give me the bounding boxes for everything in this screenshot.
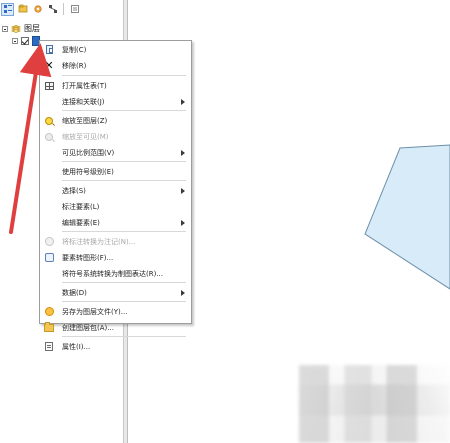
save-layer-icon bbox=[44, 307, 54, 316]
zoom-visible-icon bbox=[45, 132, 53, 141]
list-by-drawing-order-button[interactable] bbox=[1, 2, 14, 16]
menu-item-remove[interactable]: ✕ 移除(R) bbox=[40, 58, 191, 73]
menu-item-convert-features-to-graphics[interactable]: 要素转图形(F)... bbox=[40, 250, 191, 265]
menu-item-label: 将标注转换为注记(N)... bbox=[62, 237, 136, 246]
menu-item-label-features[interactable]: 标注要素(L) bbox=[40, 199, 191, 214]
menu-item-convert-symbology-to-representation[interactable]: 将符号系统转换为制图表达(R)... bbox=[40, 266, 191, 281]
options-button[interactable] bbox=[68, 3, 81, 16]
menu-separator bbox=[62, 161, 186, 162]
copy-icon bbox=[45, 45, 53, 54]
menu-item-label: 连接和关联(J) bbox=[62, 97, 105, 106]
menu-item-visible-scale-range[interactable]: 可见比例范围(V) bbox=[40, 145, 191, 160]
list-by-drawing-order-icon bbox=[3, 5, 12, 13]
convert-icon bbox=[44, 253, 54, 262]
options-icon bbox=[70, 5, 79, 13]
layers-group-label: 图层 bbox=[24, 24, 40, 33]
menu-item-convert-labels-to-annotation: 将标注转换为注记(N)... bbox=[40, 234, 191, 249]
submenu-arrow-icon bbox=[181, 219, 185, 226]
convert-disabled-icon bbox=[44, 237, 54, 246]
menu-item-label: 选择(S) bbox=[62, 186, 86, 195]
menu-item-zoom-to-visible: 缩放至可见(M) bbox=[40, 129, 191, 144]
zoom-layer-icon bbox=[45, 116, 53, 125]
menu-item-selection[interactable]: 选择(S) bbox=[40, 183, 191, 198]
submenu-arrow-icon bbox=[181, 187, 185, 194]
layer-visibility-checkbox[interactable] bbox=[21, 37, 29, 45]
menu-item-label: 属性(I)... bbox=[62, 342, 91, 351]
submenu-arrow-icon bbox=[181, 289, 185, 296]
menu-item-copy[interactable]: 复制(C) bbox=[40, 42, 191, 57]
list-by-selection-icon bbox=[48, 5, 57, 13]
menu-item-label: 移除(R) bbox=[62, 61, 87, 70]
menu-item-data[interactable]: 数据(D) bbox=[40, 285, 191, 300]
menu-separator bbox=[62, 180, 186, 181]
collapse-icon[interactable] bbox=[12, 38, 18, 44]
menu-item-use-symbol-levels[interactable]: 使用符号级别(E) bbox=[40, 164, 191, 179]
menu-separator bbox=[62, 75, 186, 76]
package-icon bbox=[44, 321, 54, 332]
menu-separator bbox=[62, 231, 186, 232]
menu-item-label: 缩放至图层(Z) bbox=[62, 116, 108, 125]
menu-item-label: 创建图层包(A)... bbox=[62, 323, 114, 332]
properties-icon bbox=[45, 342, 53, 351]
menu-item-properties[interactable]: 属性(I)... bbox=[40, 339, 191, 354]
menu-item-label: 将符号系统转换为制图表达(R)... bbox=[62, 269, 164, 278]
menu-item-zoom-to-layer[interactable]: 缩放至图层(Z) bbox=[40, 113, 191, 128]
blurred-watermark bbox=[299, 365, 450, 443]
menu-separator bbox=[62, 301, 186, 302]
menu-item-label: 打开属性表(T) bbox=[62, 81, 107, 90]
menu-item-save-as-layer-file[interactable]: 另存为图层文件(Y)... bbox=[40, 304, 191, 319]
remove-icon: ✕ bbox=[44, 59, 54, 72]
menu-item-edit-features[interactable]: 编辑要素(E) bbox=[40, 215, 191, 230]
map-polygon-feature bbox=[364, 144, 450, 290]
menu-item-label: 复制(C) bbox=[62, 45, 87, 54]
menu-item-open-attribute-table[interactable]: 打开属性表(T) bbox=[40, 78, 191, 93]
menu-item-label: 另存为图层文件(Y)... bbox=[62, 307, 128, 316]
arcmap-screenshot: 图层 复制(C) ✕ 移除(R) 打开属性表(T) 连接和关联(J) 缩放至图层… bbox=[0, 0, 450, 443]
layer-row[interactable] bbox=[12, 36, 40, 46]
list-by-source-button[interactable] bbox=[16, 3, 29, 16]
list-by-visibility-button[interactable] bbox=[31, 3, 44, 16]
layers-icon bbox=[11, 24, 21, 33]
menu-separator bbox=[62, 282, 186, 283]
menu-separator bbox=[62, 110, 186, 111]
layer-context-menu: 复制(C) ✕ 移除(R) 打开属性表(T) 连接和关联(J) 缩放至图层(Z)… bbox=[39, 40, 192, 351]
menu-item-label: 编辑要素(E) bbox=[62, 218, 100, 227]
submenu-arrow-icon bbox=[181, 149, 185, 156]
submenu-arrow-icon bbox=[181, 98, 185, 105]
toc-toolbar bbox=[0, 0, 124, 18]
menu-item-label: 使用符号级别(E) bbox=[62, 167, 114, 176]
menu-separator bbox=[62, 336, 186, 337]
menu-item-label: 要素转图形(F)... bbox=[62, 253, 114, 262]
table-icon bbox=[44, 81, 54, 90]
menu-item-label: 缩放至可见(M) bbox=[62, 132, 109, 141]
collapse-icon[interactable] bbox=[2, 26, 8, 32]
layers-group-row[interactable]: 图层 bbox=[2, 24, 40, 34]
list-by-source-icon bbox=[18, 4, 27, 13]
menu-item-label: 标注要素(L) bbox=[62, 202, 100, 211]
menu-item-create-layer-package[interactable]: 创建图层包(A)... bbox=[40, 320, 191, 335]
menu-item-label: 数据(D) bbox=[62, 288, 87, 297]
toolbar-separator bbox=[63, 3, 64, 15]
menu-item-joins-relates[interactable]: 连接和关联(J) bbox=[40, 94, 191, 109]
menu-item-label: 可见比例范围(V) bbox=[62, 148, 115, 157]
list-by-visibility-icon bbox=[33, 5, 42, 13]
list-by-selection-button[interactable] bbox=[46, 3, 59, 16]
